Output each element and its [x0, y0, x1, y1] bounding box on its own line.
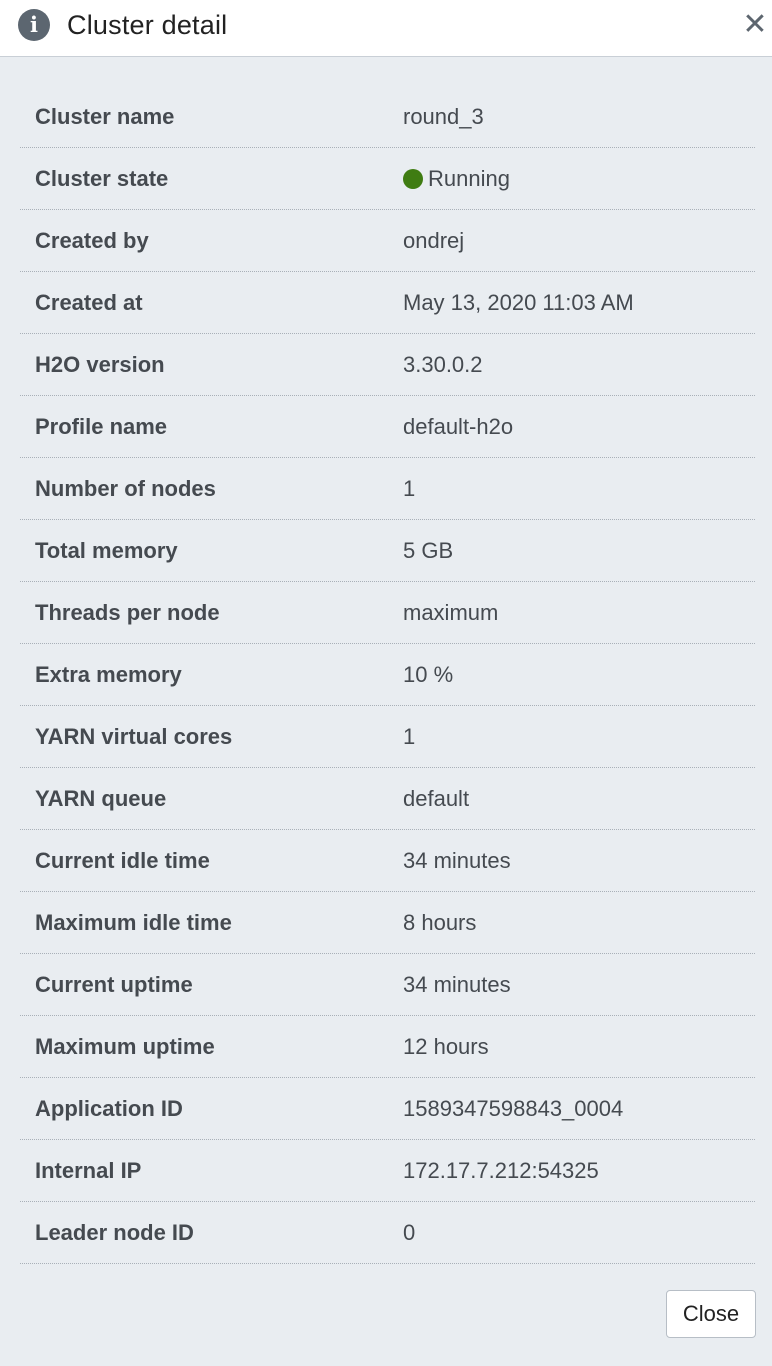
row-label: Maximum uptime [35, 1033, 215, 1059]
table-row: Leader node ID 0 [20, 1202, 755, 1264]
row-label: Profile name [35, 413, 168, 439]
dialog-header: i Cluster detail ✕ [0, 0, 772, 57]
table-row: Current uptime 34 minutes [20, 954, 755, 1016]
row-value: 5 GB [403, 537, 454, 563]
row-label: Created by [35, 227, 149, 253]
table-row: Current idle time 34 minutes [20, 830, 755, 892]
row-label: Total memory [35, 537, 178, 563]
dialog-title: Cluster detail [67, 10, 228, 40]
status-text: Running [428, 165, 510, 191]
table-row: Cluster name round_3 [20, 86, 755, 148]
row-value: 0 [403, 1219, 416, 1245]
cluster-detail-dialog: i Cluster detail ✕ Cluster name round_3 Cl… [0, 0, 772, 1366]
table-row: Internal IP 172.17.7.212:54325 [20, 1140, 755, 1202]
row-label: Internal IP [35, 1157, 142, 1183]
row-value: Running [403, 166, 510, 192]
row-label: Created at [35, 289, 143, 315]
row-value: 34 minutes [403, 971, 511, 997]
row-label: Number of nodes [35, 475, 216, 501]
row-label: H2O version [35, 351, 165, 377]
row-value: 12 hours [403, 1033, 489, 1059]
row-value: ondrej [403, 227, 465, 253]
row-label: Extra memory [35, 661, 182, 687]
row-label: YARN virtual cores [35, 723, 233, 749]
row-label: Leader node ID [35, 1219, 194, 1245]
row-value: May 13, 2020 11:03 AM [403, 289, 634, 315]
row-value: round_3 [403, 103, 484, 129]
table-row: YARN queue default [20, 768, 755, 830]
table-row: H2O version 3.30.0.2 [20, 334, 755, 396]
row-value: default [403, 785, 470, 811]
row-value: default-h2o [403, 413, 514, 439]
row-value: 1 [403, 723, 416, 749]
row-label: Maximum idle time [35, 909, 232, 935]
row-value: 1 [403, 475, 416, 501]
info-icon: i [18, 9, 50, 41]
table-row: Total memory 5 GB [20, 520, 755, 582]
row-value: 10 % [403, 661, 454, 687]
row-value: 172.17.7.212:54325 [403, 1157, 599, 1183]
cluster-detail-table: Cluster name round_3 Cluster state Running C… [20, 86, 755, 1264]
close-icon[interactable]: ✕ [739, 8, 771, 42]
table-row: Maximum idle time 8 hours [20, 892, 755, 954]
status-dot-icon [403, 168, 423, 189]
row-label: Cluster state [35, 165, 169, 191]
table-row: Extra memory 10 % [20, 644, 755, 706]
table-row: Cluster state Running [20, 148, 755, 210]
row-label: YARN queue [35, 785, 167, 811]
row-label: Application ID [35, 1095, 183, 1121]
row-value: 1589347598843_0004 [403, 1095, 624, 1121]
row-label: Current uptime [35, 971, 193, 997]
close-button[interactable]: Close [666, 1290, 756, 1338]
row-label: Cluster name [35, 103, 175, 129]
table-row: YARN virtual cores 1 [20, 706, 755, 768]
row-value: 34 minutes [403, 847, 511, 873]
table-row: Created by ondrej [20, 210, 755, 272]
row-label: Threads per node [35, 599, 220, 625]
table-row: Threads per node maximum [20, 582, 755, 644]
table-row: Profile name default-h2o [20, 396, 755, 458]
table-row: Created at May 13, 2020 11:03 AM [20, 272, 755, 334]
row-label: Current idle time [35, 847, 210, 873]
table-row: Number of nodes 1 [20, 458, 755, 520]
row-value: 3.30.0.2 [403, 351, 483, 377]
table-row: Application ID 1589347598843_0004 [20, 1078, 755, 1140]
row-value: maximum [403, 599, 499, 625]
table-row: Maximum uptime 12 hours [20, 1016, 755, 1078]
row-value: 8 hours [403, 909, 477, 935]
